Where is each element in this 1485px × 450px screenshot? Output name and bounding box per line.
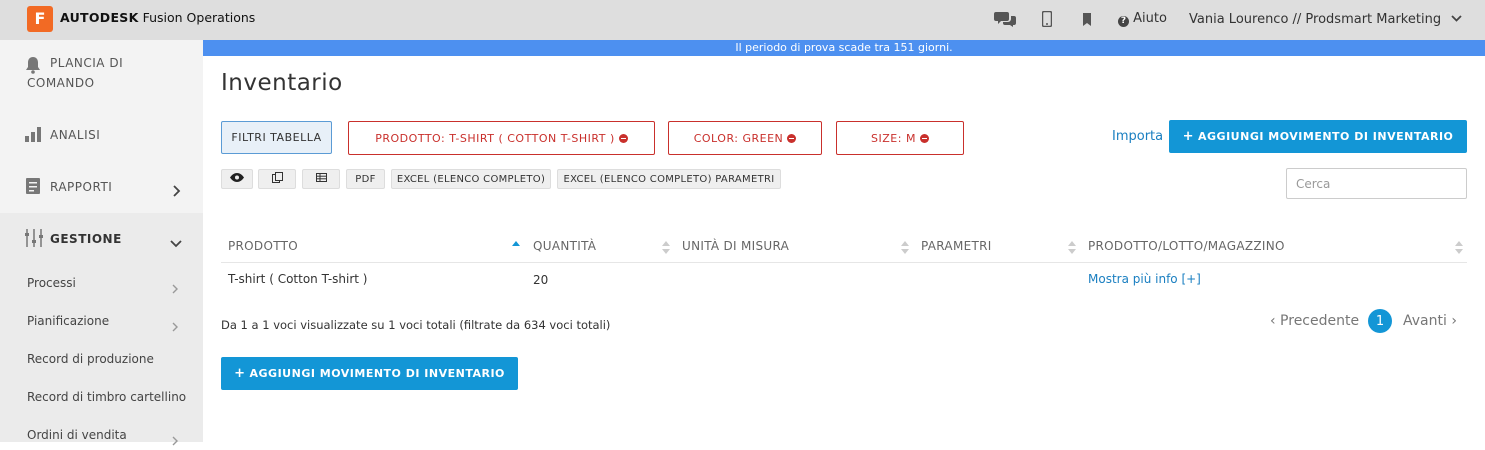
sort-asc-icon[interactable] [512,239,520,252]
sort-icon[interactable] [1455,239,1463,254]
chevron-right-icon [170,182,182,197]
sidebar-label-dashboard-2: COMANDO [27,76,95,90]
fusion-logo[interactable]: F [27,6,53,32]
sidebar-subitem-production-records[interactable]: Record di produzione [27,352,154,366]
filter-chip-label: SIZE: M [871,131,916,145]
user-menu[interactable]: Vania Lourenco // Prodsmart Marketing [1189,11,1462,27]
top-bar: F AUTODESK Fusion Operations ? Aiuto Van… [0,0,1485,40]
chevron-right-icon [171,431,179,446]
csv-button[interactable] [302,169,340,189]
column-header-product-lot-warehouse[interactable]: PRODOTTO/LOTTO/MAGAZZINO [1088,239,1285,253]
add-inventory-movement-button-top[interactable]: + AGGIUNGI MOVIMENTO DI INVENTARIO [1169,120,1467,153]
brand-autodesk: AUTODESK [60,10,139,25]
pdf-button[interactable]: PDF [346,169,385,189]
search-input[interactable] [1286,168,1467,199]
page-title: Inventario [221,70,343,96]
sidebar-subitem-planning[interactable]: Pianificazione [27,314,109,328]
bell-icon [24,56,44,76]
add-inventory-movement-button-bottom[interactable]: + AGGIUNGI MOVIMENTO DI INVENTARIO [221,357,518,390]
chevron-down-icon [1451,11,1462,26]
sort-icon[interactable] [662,239,670,254]
button-label: AGGIUNGI MOVIMENTO DI INVENTARIO [249,367,505,380]
filter-chip-product[interactable]: PRODOTTO: T-SHIRT ( COTTON T-SHIRT ) [348,121,655,155]
user-label: Vania Lourenco // Prodsmart Marketing [1189,12,1442,27]
filter-chip-label: PRODOTTO: T-SHIRT ( COTTON T-SHIRT ) [375,131,615,145]
sidebar-subitem-sales-orders[interactable]: Ordini di vendita [27,428,127,442]
pagination-page-current[interactable]: 1 [1368,309,1392,333]
bookmark-icon[interactable] [1076,8,1098,30]
sidebar: PLANCIA DI COMANDO ANALISI RAPPORTI GEST… [0,40,203,446]
excel-full-button[interactable]: EXCEL (ELENCO COMPLETO) [391,169,551,189]
excel-full-params-button[interactable]: EXCEL (ELENCO COMPLETO) PARAMETRI [557,169,781,189]
sidebar-label-management: GESTIONE [50,232,122,246]
report-icon [24,176,44,196]
table-summary: Da 1 a 1 voci visualizzate su 1 voci tot… [221,318,611,332]
chevron-right-icon [171,317,179,332]
copy-icon [271,172,283,186]
remove-filter-icon[interactable] [787,133,797,143]
sidebar-item-reports[interactable]: RAPPORTI [0,172,203,202]
sliders-icon [24,228,44,248]
cell-product: T-shirt ( Cotton T-shirt ) [228,272,368,286]
chat-icon[interactable] [994,8,1016,30]
copy-button[interactable] [258,169,296,189]
column-visibility-button[interactable] [221,169,253,189]
sidebar-subitem-processes[interactable]: Processi [27,276,76,290]
table-divider [221,262,1467,263]
column-header-unit[interactable]: UNITÀ DI MISURA [682,239,789,253]
mobile-icon[interactable] [1036,8,1058,30]
brand-title: AUTODESK Fusion Operations [60,10,255,25]
table-filters-button[interactable]: FILTRI TABELLA [221,121,332,154]
help-link[interactable]: ? Aiuto [1118,11,1167,27]
sidebar-subitem-timesheet-records[interactable]: Record di timbro cartellino [27,390,186,404]
show-more-info-link[interactable]: Mostra più info [+] [1088,272,1201,286]
remove-filter-icon[interactable] [919,133,929,143]
sidebar-item-dashboard[interactable]: PLANCIA DI COMANDO [0,52,203,96]
cell-quantity: 20 [533,273,549,287]
plus-icon: + [234,366,246,381]
column-header-parameters[interactable]: PARAMETRI [921,239,992,253]
sidebar-label-dashboard-1: PLANCIA DI [50,56,124,70]
sidebar-item-management[interactable]: GESTIONE [0,224,203,254]
filter-chip-size[interactable]: SIZE: M [836,121,964,155]
brand-product: Fusion Operations [142,10,256,25]
sidebar-item-analysis[interactable]: ANALISI [0,120,203,150]
chevron-right-icon [171,279,179,294]
table-icon [315,173,327,185]
trial-banner: Il periodo di prova scade tra 151 giorni… [203,40,1485,56]
remove-filter-icon[interactable] [618,133,628,143]
help-label: Aiuto [1133,11,1167,26]
sidebar-label-analysis: ANALISI [50,128,101,142]
button-label: AGGIUNGI MOVIMENTO DI INVENTARIO [1198,130,1454,143]
filter-chip-color[interactable]: COLOR: GREEN [668,121,822,155]
sort-icon[interactable] [1068,239,1076,254]
bar-chart-icon [24,124,44,144]
column-header-quantity[interactable]: QUANTITÀ [533,239,596,253]
eye-icon [230,173,244,185]
sort-icon[interactable] [901,239,909,254]
import-link[interactable]: Importa [1112,129,1163,144]
filter-chip-label: COLOR: GREEN [693,131,784,145]
column-header-product[interactable]: PRODOTTO [228,239,298,253]
question-circle-icon: ? [1118,16,1129,27]
sidebar-label-reports: RAPPORTI [50,180,113,194]
plus-icon: + [1182,129,1195,144]
pagination-previous[interactable]: ‹ Precedente [1270,313,1359,329]
pagination-next[interactable]: Avanti › [1403,313,1457,329]
chevron-down-icon [170,234,182,248]
